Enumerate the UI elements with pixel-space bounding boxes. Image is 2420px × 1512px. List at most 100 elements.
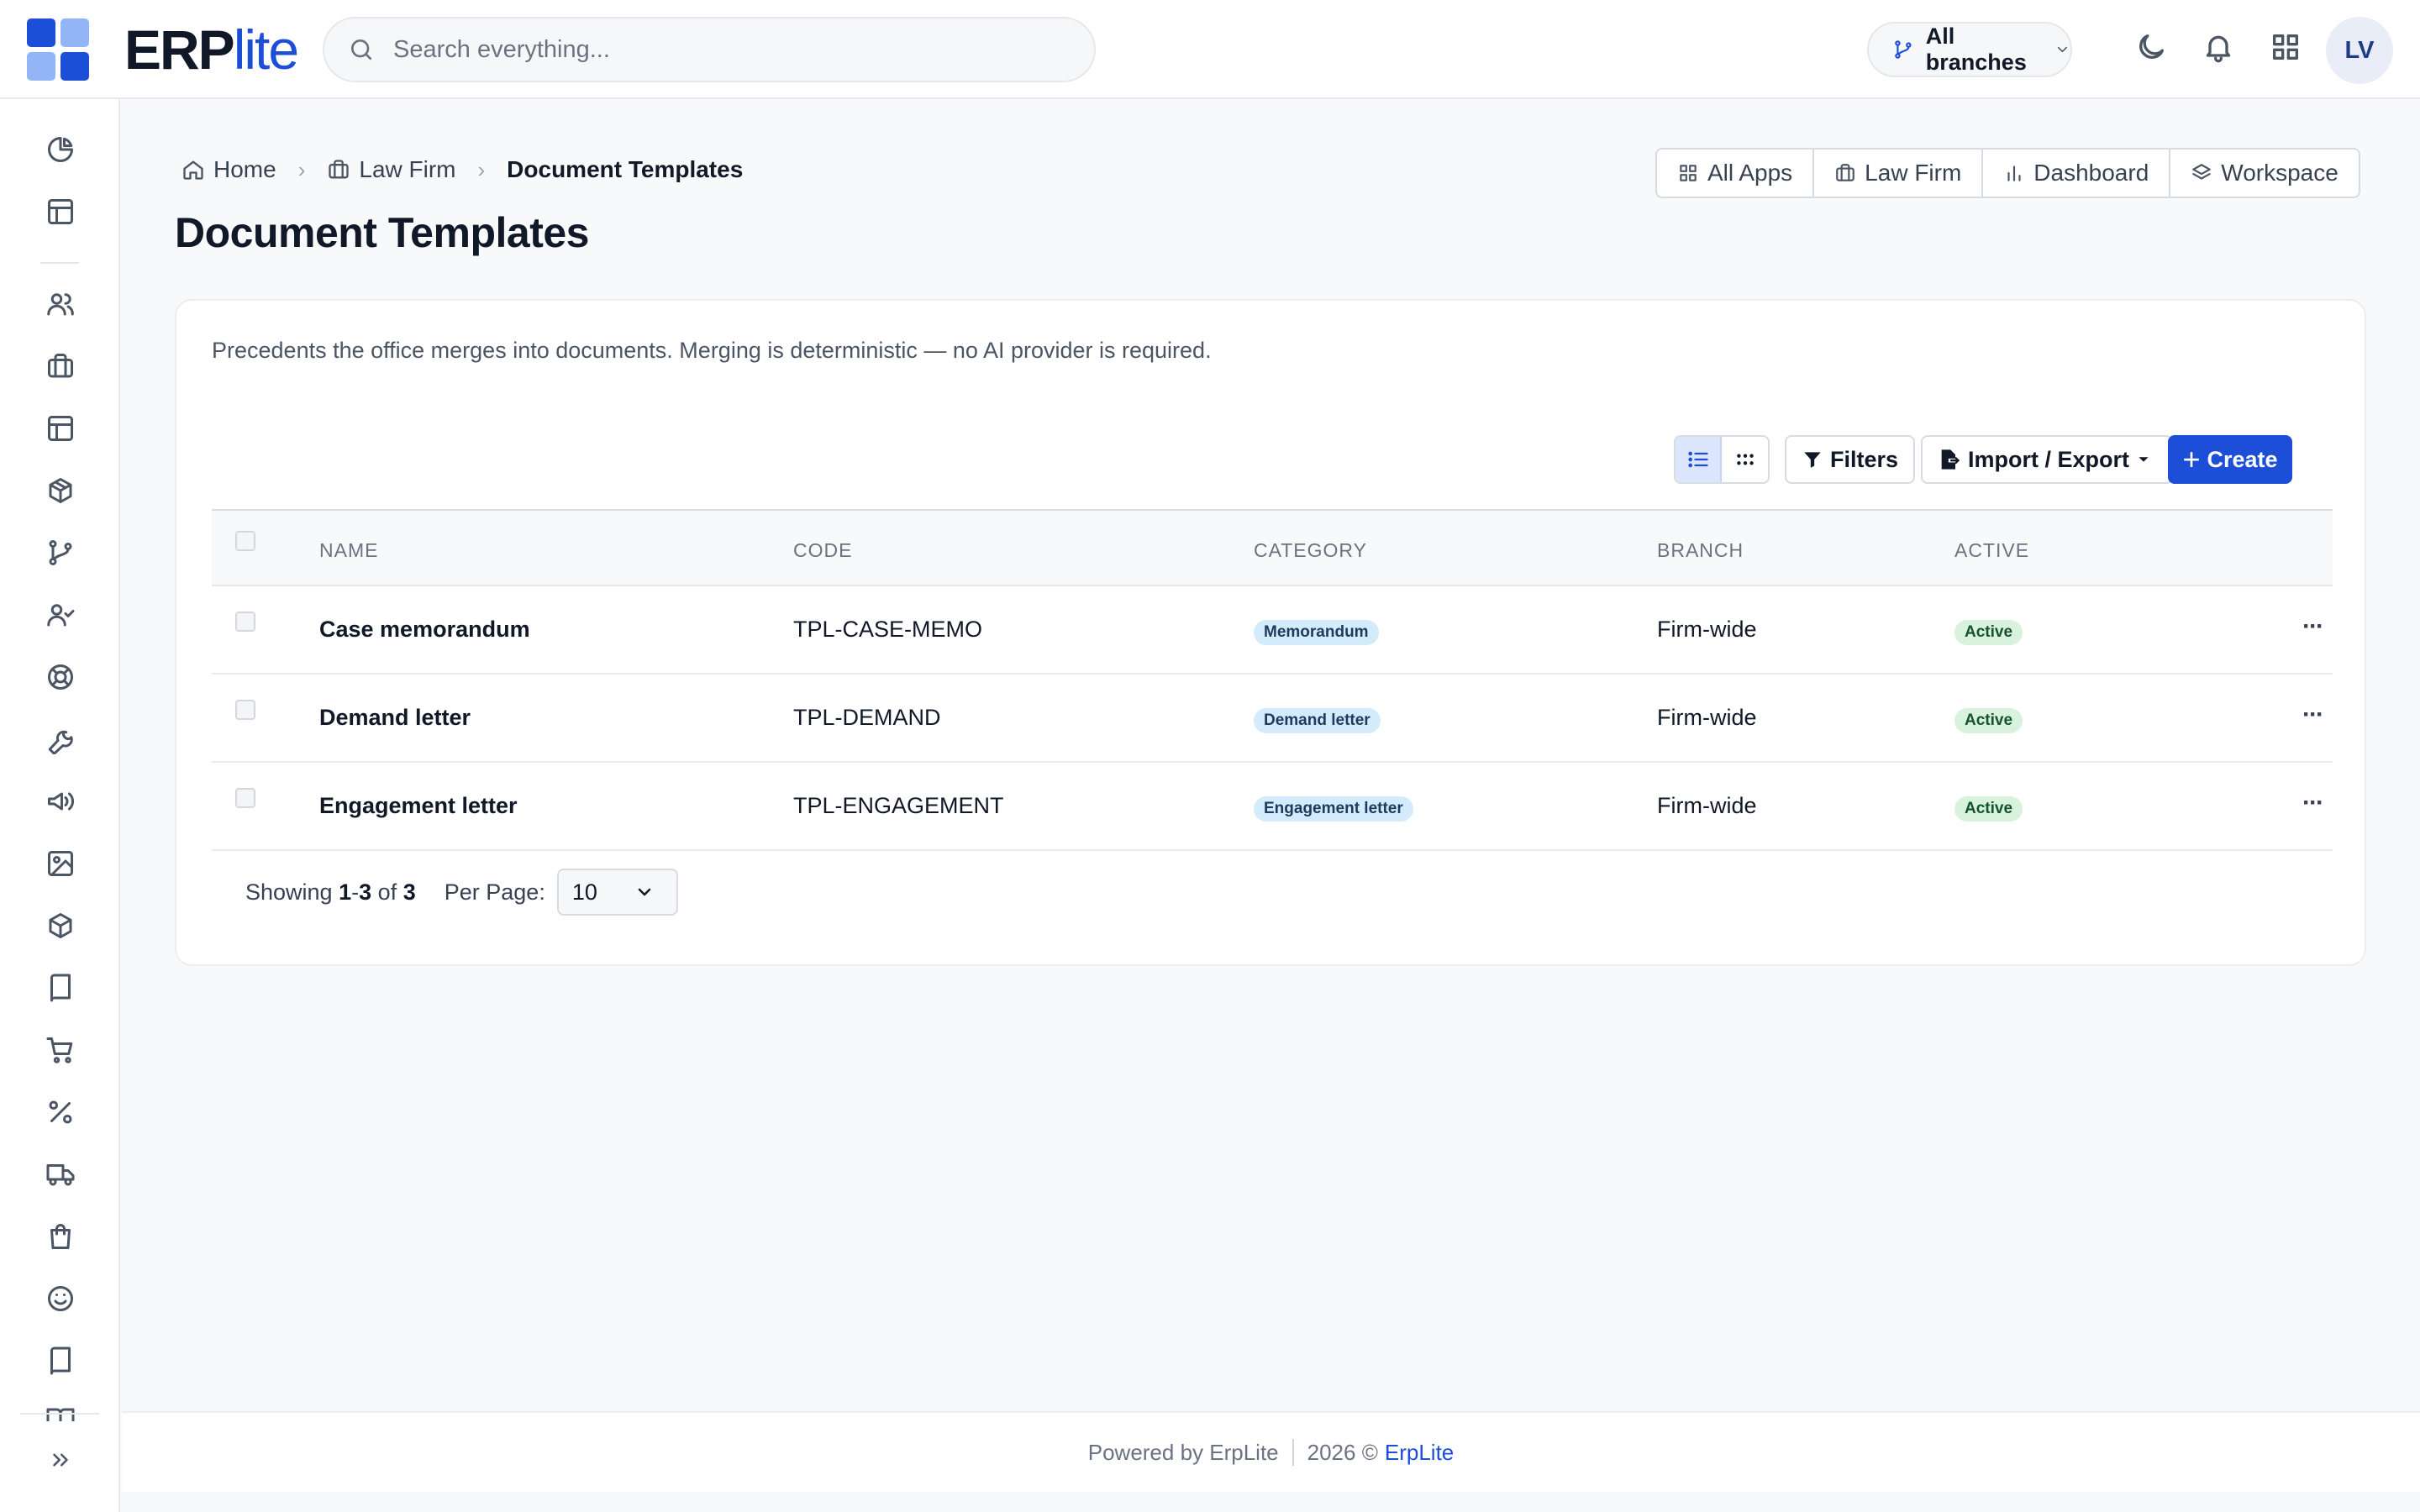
sidebar-item-media[interactable] <box>44 847 77 880</box>
search-input[interactable] <box>393 35 981 64</box>
user-check-icon <box>47 604 75 627</box>
create-button[interactable]: + Create <box>2168 435 2292 484</box>
layout-icon <box>48 199 73 224</box>
list-view-button[interactable] <box>1676 437 1723 482</box>
sidebar-item-branches[interactable] <box>44 536 77 570</box>
category-badge: Engagement letter <box>1254 796 1413 822</box>
sidebar-item-analytics[interactable] <box>44 133 77 166</box>
row-branch: Firm-wide <box>1657 793 1757 818</box>
megaphone-icon <box>48 792 75 811</box>
sidebar-item-users[interactable] <box>44 287 77 321</box>
chevron-down-icon <box>638 888 651 896</box>
sidebar-item-shipping[interactable] <box>44 1158 77 1191</box>
book-icon <box>50 974 71 1002</box>
logo-text-bold: ERP <box>124 18 235 81</box>
range-dash: - <box>351 879 360 905</box>
list-icon <box>1687 451 1708 468</box>
column-header-branch[interactable]: BRANCH <box>1657 539 1744 562</box>
app-logo[interactable]: ERPlite <box>27 18 299 81</box>
row-name[interactable]: Demand letter <box>319 705 471 731</box>
row-checkbox[interactable] <box>235 700 255 720</box>
quick-link-label: Law Firm <box>1865 160 1962 186</box>
per-page-label: Per Page: <box>444 879 545 905</box>
quick-link-all-apps[interactable]: All Apps <box>1657 150 1815 197</box>
import-export-button[interactable]: Import / Export <box>1921 435 2174 484</box>
per-page-value: 10 <box>571 879 597 905</box>
category-badge: Memorandum <box>1254 620 1379 645</box>
column-header-active[interactable]: ACTIVE <box>1954 539 2029 562</box>
chevron-down-icon <box>2058 46 2068 53</box>
column-header-category[interactable]: CATEGORY <box>1254 539 1367 562</box>
row-checkbox[interactable] <box>235 612 255 632</box>
apps-grid-button[interactable] <box>2269 30 2302 64</box>
box-icon <box>49 913 72 938</box>
branch-selector[interactable]: All branches <box>1867 22 2072 77</box>
cart-icon <box>46 1037 73 1063</box>
table-header: NAME CODE CATEGORY BRANCH ACTIVE <box>212 509 2333 586</box>
truck-icon <box>46 1164 75 1186</box>
status-badge: Active <box>1954 620 2023 645</box>
sidebar-item-discounts[interactable] <box>44 1095 77 1129</box>
row-checkbox[interactable] <box>235 788 255 808</box>
table-row[interactable]: Case memorandum TPL-CASE-MEMO Memorandum… <box>212 586 2333 675</box>
layout-icon <box>48 416 73 441</box>
logo-text-light: lite <box>233 18 299 81</box>
per-page-select[interactable]: 10 <box>556 869 678 916</box>
grid-view-button[interactable] <box>1722 437 1768 482</box>
user-avatar[interactable]: LV <box>2326 17 2393 84</box>
sidebar-item-marketing[interactable] <box>44 785 77 818</box>
grid-icon <box>1680 165 1697 181</box>
quick-link-workspace[interactable]: Workspace <box>2170 150 2359 197</box>
create-label: Create <box>2207 446 2278 472</box>
sidebar-item-shop[interactable] <box>44 1220 77 1253</box>
sidebar-item-book[interactable] <box>44 971 77 1005</box>
sidebar-expand-button[interactable] <box>44 1443 77 1477</box>
life-buoy-icon <box>48 664 73 690</box>
filters-button[interactable]: Filters <box>1785 435 1916 484</box>
sidebar-item-package[interactable] <box>44 474 77 507</box>
logo-mark-icon <box>27 18 89 81</box>
shopping-bag-icon <box>50 1224 71 1249</box>
theme-toggle-button[interactable] <box>2134 30 2168 64</box>
footer-brand-link[interactable]: ErpLite <box>1385 1440 1454 1466</box>
briefcase-icon <box>329 160 350 179</box>
column-header-name[interactable]: NAME <box>319 539 378 562</box>
quick-link-law-firm[interactable]: Law Firm <box>1814 150 1984 197</box>
sidebar-item-feedback[interactable] <box>44 1282 77 1315</box>
breadcrumb-current: Document Templates <box>507 156 744 182</box>
global-search[interactable] <box>323 17 1096 82</box>
sidebar-item-briefcase[interactable] <box>44 349 77 383</box>
range-start: 1 <box>339 879 352 905</box>
sidebar-item-book-2[interactable] <box>44 1344 77 1378</box>
breadcrumb-home[interactable]: Home <box>182 156 276 183</box>
sidebar-item-box[interactable] <box>44 909 77 942</box>
sidebar-item-layout[interactable] <box>44 195 77 228</box>
table-row[interactable]: Engagement letter TPL-ENGAGEMENT Engagem… <box>212 763 2333 851</box>
sidebar-item-support[interactable] <box>44 660 77 694</box>
breadcrumb-law-firm[interactable]: Law Firm <box>327 156 456 183</box>
git-branch-icon <box>49 540 72 565</box>
notifications-button[interactable] <box>2202 30 2235 64</box>
table-row[interactable]: Demand letter TPL-DEMAND Demand letter F… <box>212 675 2333 763</box>
filter-icon <box>1804 452 1821 468</box>
row-actions-icon[interactable]: ··· <box>2302 702 2324 727</box>
row-actions-icon[interactable]: ··· <box>2302 790 2324 816</box>
row-name[interactable]: Case memorandum <box>319 617 530 643</box>
sidebar-item-tools[interactable] <box>44 722 77 756</box>
quick-link-dashboard[interactable]: Dashboard <box>1983 150 2171 197</box>
range-end: 3 <box>359 879 372 905</box>
sidebar-item-layout-2[interactable] <box>44 412 77 445</box>
sidebar-item-user-check[interactable] <box>44 598 77 632</box>
templates-card: Precedents the office merges into docume… <box>175 299 2366 966</box>
select-all-checkbox[interactable] <box>235 531 255 551</box>
caret-down-icon <box>2139 457 2149 462</box>
pagination: Showing 1-3 of 3 Per Page: 10 <box>245 869 678 916</box>
sidebar-item-cart[interactable] <box>44 1033 77 1067</box>
of-label: of <box>377 879 397 905</box>
file-export-icon <box>1941 449 1960 470</box>
row-actions-icon[interactable]: ··· <box>2302 614 2324 639</box>
row-name[interactable]: Engagement letter <box>319 793 518 819</box>
logo-text: ERPlite <box>124 22 299 77</box>
home-icon <box>183 160 203 180</box>
column-header-code[interactable]: CODE <box>793 539 852 562</box>
